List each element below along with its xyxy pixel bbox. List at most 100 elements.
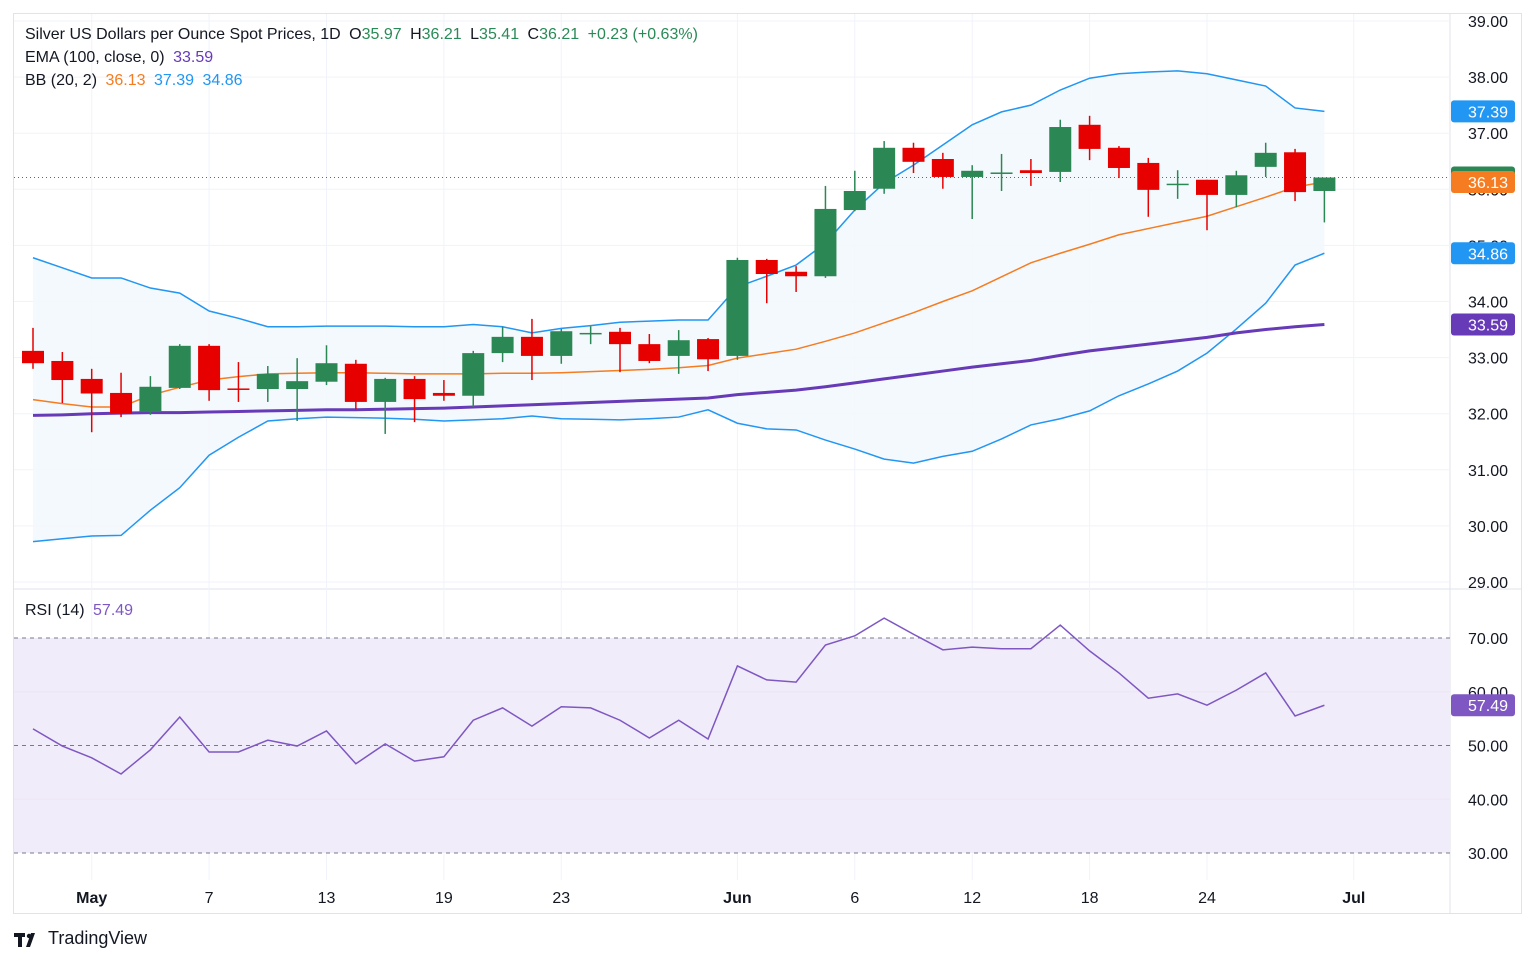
- candle-body: [1284, 152, 1307, 193]
- candle-body: [51, 360, 74, 381]
- rsi-tick-label: 30.00: [1468, 846, 1508, 863]
- candle-body: [1313, 177, 1336, 191]
- price-tick-label: 31.00: [1468, 463, 1508, 480]
- candle-body: [902, 147, 925, 162]
- chart-canvas[interactable]: 39.0038.0037.0036.0035.0034.0033.0032.00…: [0, 0, 1536, 963]
- price-tick-label: 29.00: [1468, 575, 1508, 592]
- brand-name: TradingView: [48, 928, 148, 948]
- rsi-legend[interactable]: RSI (14) 57.49: [25, 602, 137, 620]
- candle-body: [609, 331, 631, 345]
- time-tick-label: 6: [850, 890, 859, 907]
- price-tick-label: 38.00: [1468, 70, 1508, 87]
- candle: [344, 359, 367, 410]
- tradingview-logo-icon: [14, 932, 35, 947]
- time-tick-label: 7: [205, 890, 214, 907]
- candle-body: [1137, 162, 1160, 190]
- candle-body: [1019, 170, 1042, 174]
- close-value: 36.21: [539, 26, 580, 43]
- rsi-label: RSI (14): [25, 602, 85, 619]
- price-tick-label: 34.00: [1468, 295, 1508, 312]
- candle: [168, 344, 191, 390]
- rsi-value: 57.49: [93, 602, 134, 619]
- price-tick-label: 33.00: [1468, 351, 1508, 368]
- price-tick-label: 30.00: [1468, 519, 1508, 536]
- candle-body: [432, 392, 455, 396]
- low-value: 35.41: [479, 26, 520, 43]
- price-tag-label: 33.59: [1468, 318, 1508, 335]
- time-tick-label: 24: [1198, 890, 1216, 907]
- candle-body: [227, 388, 250, 390]
- high-value: 36.21: [421, 26, 462, 43]
- candle-body: [1225, 175, 1248, 195]
- price-tag-label: 34.86: [1468, 246, 1508, 263]
- rsi-band-fill: [14, 638, 1450, 853]
- rsi-tick-label: 70.00: [1468, 631, 1508, 648]
- candle-body: [726, 259, 749, 356]
- ema-legend[interactable]: EMA (100, close, 0) 33.59: [25, 49, 217, 67]
- close-label: C: [527, 26, 540, 43]
- time-tick-label: May: [76, 890, 107, 907]
- candle-body: [403, 378, 426, 400]
- time-tick-label: 13: [318, 890, 336, 907]
- main-legend: Silver US Dollars per Ounce Spot Prices,…: [25, 26, 702, 44]
- price-tick-label: 39.00: [1468, 14, 1508, 31]
- bb-label: BB (20, 2): [25, 72, 98, 89]
- candle-body: [1166, 183, 1189, 186]
- bb-legend[interactable]: BB (20, 2) 36.13 37.39 34.86: [25, 72, 247, 90]
- candle-body: [961, 170, 984, 177]
- candle: [873, 141, 896, 194]
- candle-body: [491, 336, 514, 354]
- candle-body: [1254, 152, 1277, 167]
- candle-body: [315, 363, 338, 382]
- price-tick-label: 37.00: [1468, 126, 1508, 143]
- time-tick-label: 19: [435, 890, 453, 907]
- high-label: H: [410, 26, 422, 43]
- candle: [843, 170, 866, 212]
- time-tick-label: Jun: [723, 890, 751, 907]
- candle-body: [22, 350, 44, 364]
- candle-body: [667, 340, 690, 356]
- tradingview-brand[interactable]: TradingView: [14, 928, 147, 949]
- candle-body: [843, 190, 866, 211]
- candle-body: [579, 332, 602, 335]
- symbol-title: Silver US Dollars per Ounce Spot Prices,…: [25, 26, 341, 43]
- candle: [726, 257, 749, 360]
- candle-body: [697, 339, 720, 360]
- time-tick-label: 23: [552, 890, 570, 907]
- bb-upper-value: 37.39: [153, 72, 195, 89]
- bollinger-band-fill: [33, 70, 1325, 542]
- candle: [814, 185, 837, 278]
- open-label: O: [349, 26, 362, 43]
- candle-body: [873, 147, 896, 189]
- candle-body: [168, 345, 191, 388]
- bb-lower-value: 34.86: [202, 72, 243, 89]
- time-tick-label: 12: [963, 890, 981, 907]
- price-tag-label: 36.13: [1468, 175, 1508, 192]
- candle-body: [990, 172, 1013, 174]
- candle-body: [110, 392, 133, 414]
- candle-body: [638, 344, 661, 361]
- candle-body: [256, 373, 279, 390]
- candle-body: [1107, 147, 1130, 168]
- candle-body: [462, 353, 485, 396]
- candle-body: [814, 208, 837, 277]
- rsi-tag-label: 57.49: [1468, 698, 1508, 715]
- candle-body: [785, 271, 808, 277]
- candle-body: [755, 259, 778, 275]
- low-label: L: [470, 26, 480, 43]
- candle-body: [374, 378, 397, 402]
- ema-label: EMA (100, close, 0): [25, 49, 165, 66]
- candle-body: [344, 363, 367, 402]
- candle-body: [1078, 124, 1101, 149]
- candle-body: [1049, 127, 1072, 172]
- candle-body: [80, 378, 103, 394]
- price-tag-label: 37.39: [1468, 104, 1508, 121]
- candle-body: [520, 336, 543, 356]
- rsi-tick-label: 40.00: [1468, 792, 1508, 809]
- price-tick-label: 32.00: [1468, 407, 1508, 424]
- open-value: 35.97: [361, 26, 402, 43]
- candle-body: [550, 331, 573, 356]
- candle-body: [931, 159, 954, 177]
- candle-body: [139, 386, 162, 413]
- time-tick-label: 18: [1081, 890, 1099, 907]
